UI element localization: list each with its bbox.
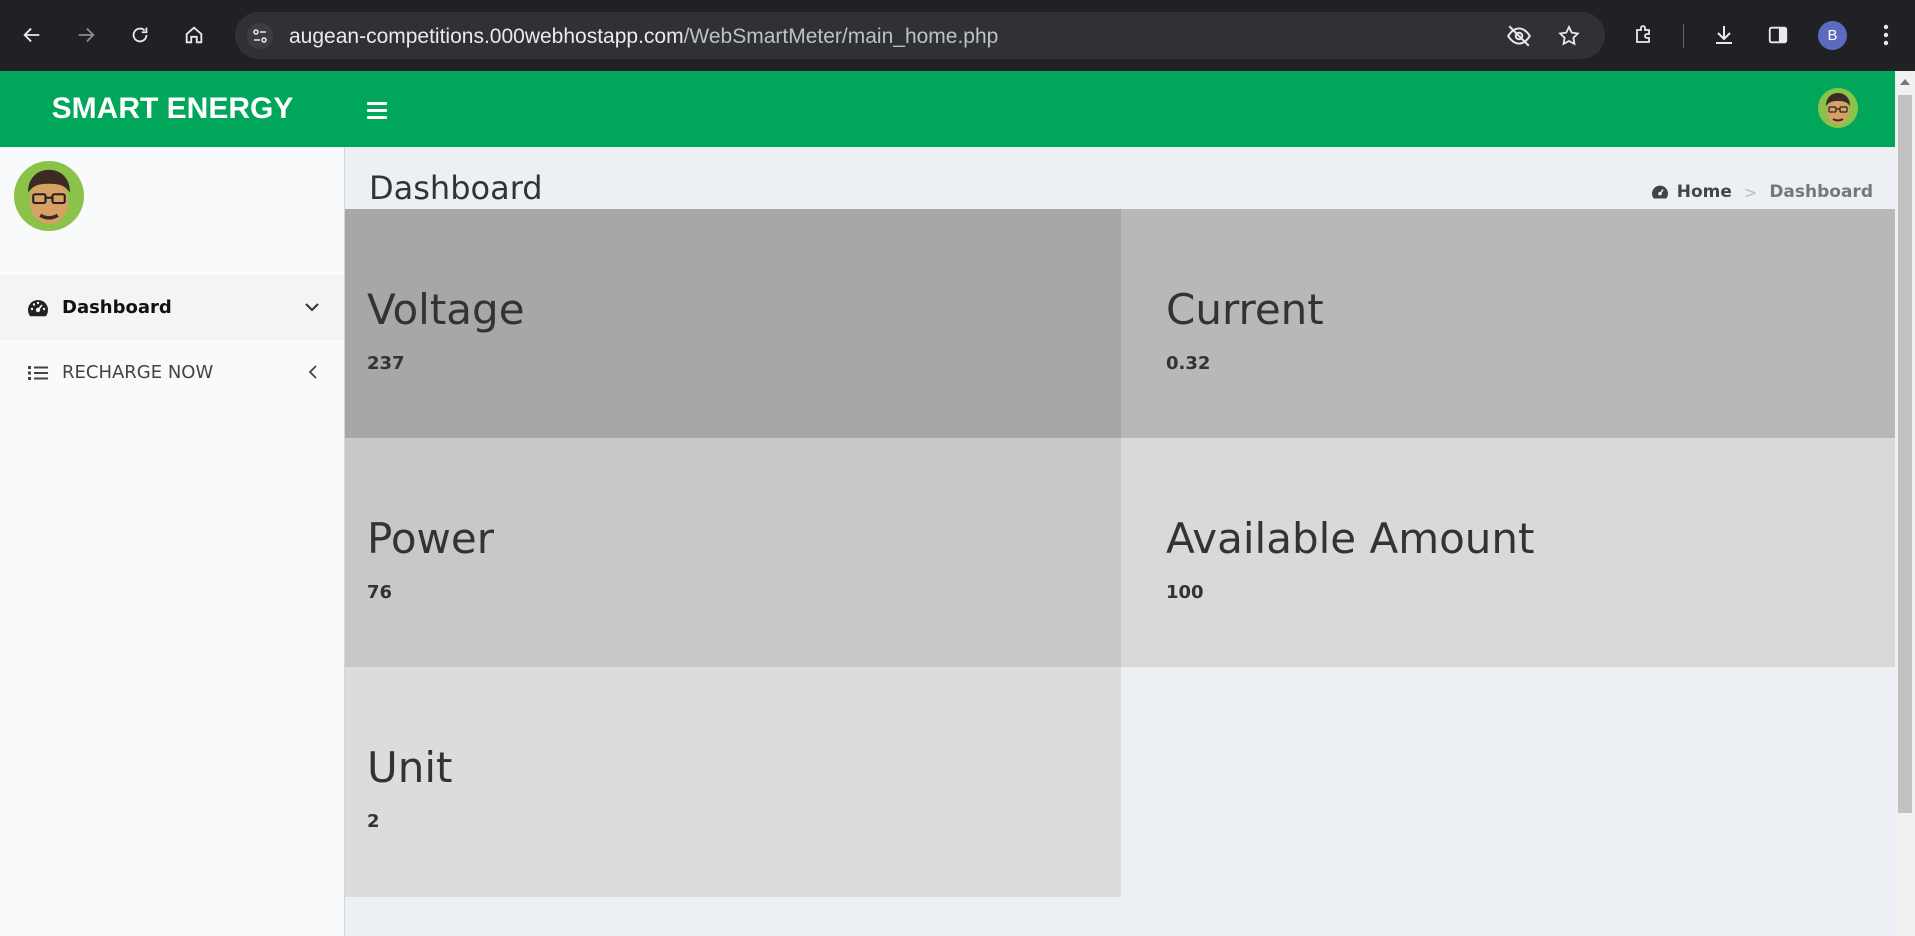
chevron-left-icon	[302, 362, 322, 382]
url-text: augean-competitions.000webhostapp.com/We…	[289, 25, 998, 49]
back-arrow-icon	[23, 27, 40, 43]
list-icon	[26, 361, 50, 385]
address-bar[interactable]: augean-competitions.000webhostapp.com/We…	[235, 12, 1605, 59]
sidebar-user-avatar-icon	[14, 161, 84, 231]
sidebar-toggle-button[interactable]	[362, 97, 392, 123]
tile-voltage: Voltage 237	[345, 209, 1121, 438]
sidebar-item-dashboard[interactable]: Dashboard	[0, 275, 344, 340]
breadcrumb-current: Dashboard	[1769, 182, 1873, 202]
browser-toolbar: augean-competitions.000webhostapp.com/We…	[0, 0, 1915, 71]
sidebar-item-recharge-now[interactable]: RECHARGE NOW	[0, 340, 344, 405]
back-button[interactable]	[14, 17, 50, 53]
chevron-down-icon	[302, 297, 322, 317]
tile-value: 0.32	[1166, 353, 1211, 374]
downloads-button[interactable]	[1708, 19, 1740, 51]
tile-value: 76	[367, 582, 393, 603]
tile-value: 2	[367, 811, 380, 832]
side-panel-button[interactable]	[1762, 19, 1794, 51]
url-path: /WebSmartMeter/main_home.php	[683, 25, 999, 48]
dashboard-gauge-icon	[26, 296, 50, 320]
hamburger-line	[367, 101, 387, 105]
tile-power: Power 76	[345, 438, 1121, 667]
scrollbar-thumb[interactable]	[1898, 95, 1912, 813]
tile-unit: Unit 2	[345, 667, 1121, 897]
bookmark-star-icon[interactable]	[1555, 22, 1583, 50]
download-icon	[1716, 26, 1732, 44]
tracking-protection-icon[interactable]	[1505, 22, 1533, 50]
tile-value: 237	[367, 353, 405, 374]
toolbar-divider	[1683, 24, 1684, 48]
forward-arrow-icon	[78, 27, 95, 43]
url-domain: augean-competitions.000webhostapp.com	[289, 25, 684, 48]
tile-label: Current	[1166, 285, 1324, 334]
content-header: Dashboard Home > Dashboard	[345, 147, 1895, 209]
tile-label: Available Amount	[1166, 514, 1535, 563]
dashboard-gauge-icon	[1651, 185, 1668, 199]
brand-logo[interactable]: SMART ENERGY	[0, 71, 345, 147]
site-settings-icon[interactable]	[247, 23, 273, 49]
page-scrollbar[interactable]	[1895, 71, 1915, 936]
hamburger-line	[367, 115, 387, 119]
puzzle-icon	[1636, 25, 1650, 43]
tile-label: Unit	[367, 743, 453, 792]
breadcrumb: Home > Dashboard	[1651, 182, 1873, 202]
side-panel-icon	[1768, 26, 1788, 44]
tile-value: 100	[1166, 582, 1204, 603]
tile-current: Current 0.32	[1121, 209, 1895, 438]
home-icon	[185, 26, 203, 44]
profile-avatar[interactable]: B	[1818, 21, 1847, 50]
tile-label: Voltage	[367, 285, 525, 334]
browser-menu-button[interactable]	[1870, 19, 1902, 51]
reload-button[interactable]	[122, 17, 158, 53]
sidebar-item-label: Dashboard	[62, 297, 172, 318]
tile-available-amount: Available Amount 100	[1121, 438, 1895, 667]
tile-label: Power	[367, 514, 494, 563]
scroll-up-arrow-icon[interactable]	[1895, 75, 1915, 89]
sidebar-item-label: RECHARGE NOW	[62, 362, 214, 383]
user-avatar-icon[interactable]	[1818, 88, 1858, 128]
breadcrumb-home-link[interactable]: Home	[1651, 182, 1732, 202]
home-button[interactable]	[176, 17, 212, 53]
reload-icon	[132, 27, 148, 43]
forward-button[interactable]	[68, 17, 104, 53]
breadcrumb-home-label: Home	[1676, 182, 1732, 202]
app-header: SMART ENERGY	[0, 71, 1895, 147]
page-title: Dashboard	[369, 169, 543, 207]
hamburger-line	[367, 108, 387, 112]
breadcrumb-separator: >	[1743, 182, 1758, 202]
sidebar: Dashboard RECHARGE NOW	[0, 147, 345, 936]
extensions-button[interactable]	[1628, 19, 1660, 51]
more-vert-icon	[1883, 24, 1889, 46]
